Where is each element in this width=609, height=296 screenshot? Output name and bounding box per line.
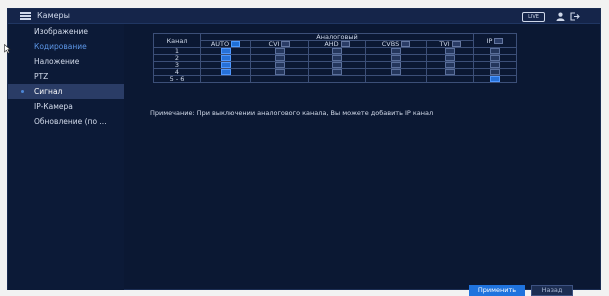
sidebar-item-label: Наложение: [34, 57, 80, 66]
ip-toggle[interactable]: [490, 69, 500, 75]
ip-toggle[interactable]: [490, 62, 500, 68]
cursor-icon: [4, 44, 11, 54]
app-title: Камеры: [37, 11, 70, 20]
column-header-cvi: CVI: [268, 40, 280, 48]
auto-toggle[interactable]: [220, 69, 231, 75]
table-row: 3: [153, 61, 517, 69]
cvi-toggle[interactable]: [274, 48, 285, 54]
sidebar-item-label: Сигнал: [34, 87, 63, 96]
app-window: Камеры LIVE Изображение Кодирование Наложе…: [7, 8, 601, 290]
sidebar-item[interactable]: Наложение: [8, 54, 124, 69]
user-icon[interactable]: [556, 12, 565, 21]
table-row: 4: [153, 68, 517, 76]
auto-toggle[interactable]: [220, 55, 231, 61]
ip-header-checkbox[interactable]: [494, 37, 504, 44]
column-header-cvbs: CVBS: [381, 40, 400, 48]
logout-icon[interactable]: [570, 12, 580, 21]
sidebar-item[interactable]: Обновление (по ...: [8, 114, 124, 129]
live-button[interactable]: LIVE: [522, 12, 545, 22]
table-row: 1: [153, 47, 517, 55]
channel-header: Канал: [166, 36, 188, 45]
sidebar-item[interactable]: Кодирование: [8, 39, 124, 54]
tvi-toggle[interactable]: [445, 69, 455, 75]
cvbs-toggle[interactable]: [391, 62, 401, 68]
ip-header: IP: [486, 36, 493, 45]
table-row: 2: [153, 54, 517, 62]
header-checkbox-tvi[interactable]: [451, 41, 461, 47]
auto-toggle[interactable]: [220, 48, 231, 54]
header-checkbox-cvi[interactable]: [281, 41, 291, 47]
sidebar-item-label: PTZ: [34, 72, 49, 81]
sidebar-item[interactable]: IP-Камера: [8, 99, 124, 114]
sidebar-item-label: IP-Камера: [34, 102, 73, 111]
note-text: Примечание: При выключении аналогового к…: [150, 109, 434, 117]
tvi-toggle[interactable]: [445, 55, 455, 61]
ahd-toggle[interactable]: [332, 48, 342, 54]
cvi-toggle[interactable]: [274, 69, 285, 75]
sidebar-item[interactable]: Сигнал: [8, 84, 124, 99]
header-checkbox-ahd[interactable]: [340, 41, 350, 47]
sidebar: Изображение Кодирование Наложение PTZ Сигнал…: [8, 24, 124, 290]
back-button[interactable]: Назад: [531, 285, 573, 296]
tvi-toggle[interactable]: [445, 48, 455, 54]
cvbs-toggle[interactable]: [391, 55, 401, 61]
ip-toggle[interactable]: [490, 76, 500, 82]
channel-number: 5 - 6: [169, 75, 185, 83]
cvi-toggle[interactable]: [274, 62, 285, 68]
top-bar: Камеры LIVE: [8, 9, 600, 24]
column-header-auto: AUTO: [210, 40, 230, 48]
sidebar-item[interactable]: Изображение: [8, 24, 124, 39]
ahd-toggle[interactable]: [332, 69, 342, 75]
bullet-icon: [21, 90, 24, 93]
apply-button[interactable]: Применить: [469, 285, 525, 296]
cvi-toggle[interactable]: [274, 55, 285, 61]
ahd-toggle[interactable]: [332, 55, 342, 61]
tvi-toggle[interactable]: [445, 62, 455, 68]
column-header-tvi: TVI: [439, 40, 450, 48]
sidebar-item[interactable]: PTZ: [8, 69, 124, 84]
header-checkbox-cvbs[interactable]: [401, 41, 411, 47]
sidebar-item-label: Кодирование: [34, 42, 87, 51]
header-checkbox-auto[interactable]: [231, 41, 241, 47]
column-header-ahd: AHD: [324, 40, 339, 48]
ahd-toggle[interactable]: [332, 62, 342, 68]
auto-toggle[interactable]: [220, 62, 231, 68]
ip-toggle[interactable]: [490, 55, 500, 61]
menu-icon[interactable]: [20, 12, 31, 20]
ip-toggle[interactable]: [490, 48, 500, 54]
table-row: 5 - 6: [153, 75, 517, 83]
cvbs-toggle[interactable]: [391, 48, 401, 54]
sidebar-item-label: Изображение: [34, 27, 88, 36]
cvbs-toggle[interactable]: [391, 69, 401, 75]
sidebar-item-label: Обновление (по ...: [34, 117, 107, 126]
channel-signal-table: Канал Аналоговый IP AUTO CVI AHD CVBS TVI 1 2 3 4 5 …: [153, 33, 517, 83]
signal-settings-panel: Канал Аналоговый IP AUTO CVI AHD CVBS TVI 1 2 3 4 5 …: [148, 24, 598, 290]
